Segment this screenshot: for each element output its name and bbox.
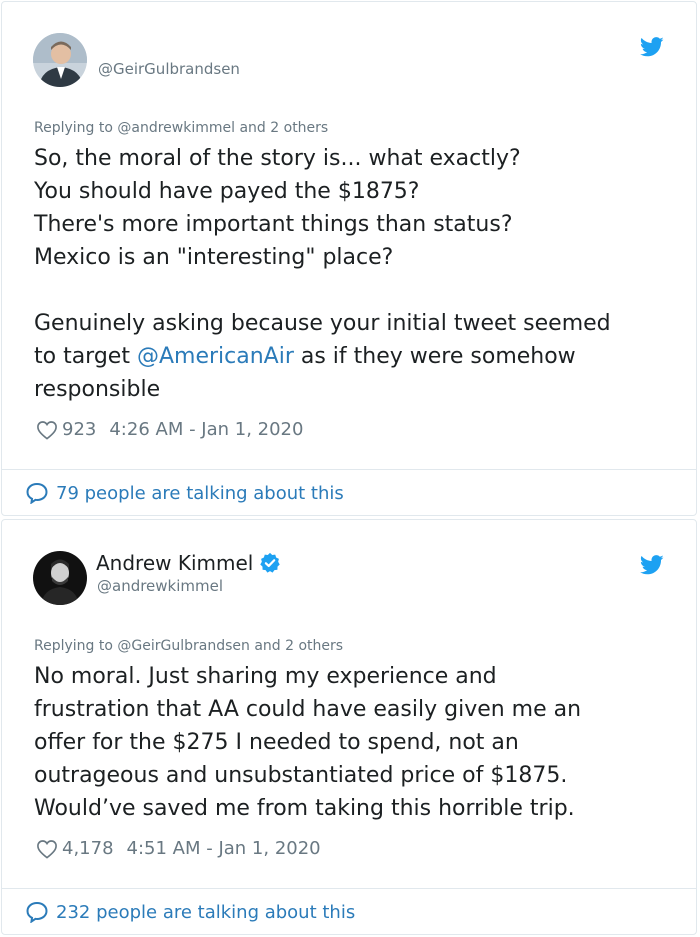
tweet-line: frustration that AA could have easily gi…	[34, 697, 582, 722]
author-name-row: Andrew Kimmel	[96, 551, 281, 575]
conversation-label: 79 people are talking about this	[56, 482, 344, 504]
tweet-text: So, the moral of the story is... what ex…	[34, 142, 684, 406]
tweet-card-andrew: Andrew Kimmel @andrewkimmel Replying to …	[1, 519, 697, 935]
card-divider	[2, 888, 696, 889]
heart-icon[interactable]	[36, 839, 58, 859]
like-count[interactable]: 923	[62, 419, 96, 440]
tweet-timestamp[interactable]: 4:51 AM - Jan 1, 2020	[127, 838, 321, 859]
tweet-line: Mexico is an "interesting" place?	[34, 245, 394, 270]
tweet-text: No moral. Just sharing my experience and…	[34, 660, 684, 825]
twitter-bird-icon[interactable]	[639, 555, 664, 575]
reply-context: Replying to @GeirGulbrandsen and 2 other…	[34, 638, 343, 654]
tweet-text-segment: as if they were somehow	[293, 344, 576, 369]
author-name[interactable]: Andrew Kimmel	[96, 551, 253, 575]
tweet-timestamp[interactable]: 4:26 AM - Jan 1, 2020	[109, 419, 303, 440]
tweet-line: offer for the $275 I needed to spend, no…	[34, 730, 519, 755]
reply-prefix: Replying to	[34, 120, 118, 136]
verified-badge-icon	[260, 552, 281, 573]
tweet-line: Genuinely asking because your initial tw…	[34, 311, 611, 336]
tweet-meta: 4,178 4:51 AM - Jan 1, 2020	[36, 838, 321, 859]
speech-bubble-icon	[26, 901, 48, 923]
speech-bubble-icon	[26, 482, 48, 504]
tweet-line: So, the moral of the story is... what ex…	[34, 146, 521, 171]
heart-icon[interactable]	[36, 420, 58, 440]
tweet-line: Would’ve saved me from taking this horri…	[34, 796, 575, 821]
tweet-card-geir: @GeirGulbrandsen Replying to @andrewkimm…	[1, 1, 697, 516]
conversation-label: 232 people are talking about this	[56, 901, 356, 923]
avatar-andrew[interactable]	[33, 551, 87, 605]
tweet-line: There's more important things than statu…	[34, 212, 513, 237]
tweet-meta: 923 4:26 AM - Jan 1, 2020	[36, 419, 303, 440]
reply-handle-link[interactable]: @andrewkimmel	[117, 120, 235, 136]
tweet-line: No moral. Just sharing my experience and	[34, 664, 497, 689]
tweet-line: outrageous and unsubstantiated price of …	[34, 763, 568, 788]
conversation-link[interactable]: 79 people are talking about this	[25, 482, 344, 504]
tweet-line: You should have payed the $1875?	[34, 179, 420, 204]
mention-link[interactable]: @AmericanAir	[137, 344, 294, 369]
tweet-line: to target @AmericanAir as if they were s…	[34, 340, 684, 373]
conversation-link[interactable]: 232 people are talking about this	[25, 901, 355, 923]
author-handle[interactable]: @andrewkimmel	[97, 577, 223, 595]
like-count[interactable]: 4,178	[62, 838, 114, 859]
tweet-line: responsible	[34, 377, 161, 402]
tweet-text-segment: to target	[34, 344, 137, 369]
reply-handle-link[interactable]: @GeirGulbrandsen	[117, 638, 249, 654]
reply-context: Replying to @andrewkimmel and 2 others	[34, 120, 328, 136]
reply-suffix: and 2 others	[235, 120, 329, 136]
twitter-bird-icon[interactable]	[639, 37, 664, 57]
avatar-geir[interactable]	[33, 33, 87, 87]
card-divider	[2, 469, 696, 470]
author-handle[interactable]: @GeirGulbrandsen	[98, 60, 240, 78]
reply-prefix: Replying to	[34, 638, 118, 654]
reply-suffix: and 2 others	[249, 638, 344, 654]
